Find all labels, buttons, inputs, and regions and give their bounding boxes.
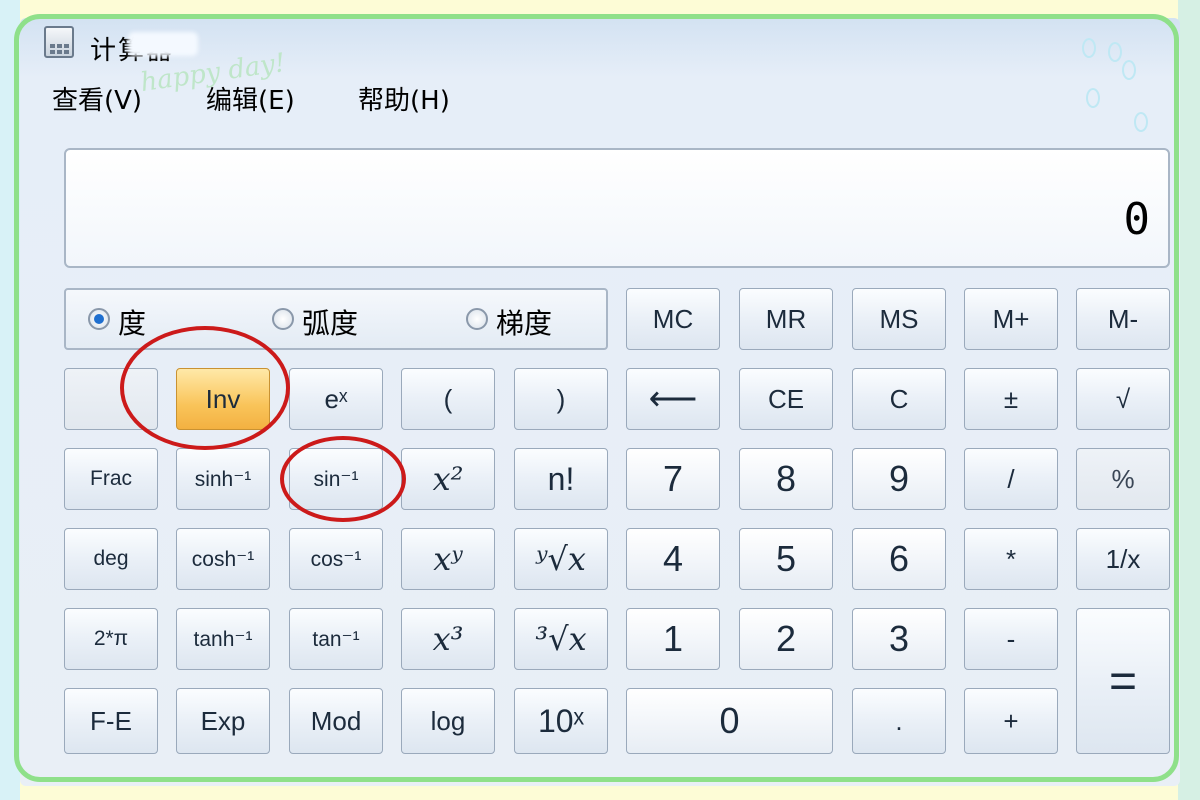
mr-button[interactable]: MR [739,288,833,350]
digit-4-button[interactable]: 4 [626,528,720,590]
mc-button[interactable]: MC [626,288,720,350]
water-drop-icon [1086,88,1100,108]
blank-button[interactable] [64,368,158,430]
water-drop-icon [1134,112,1148,132]
background-left-strip [0,0,20,800]
acos-button[interactable]: cos⁻¹ [289,528,383,590]
menu-help[interactable]: 帮助(H) [358,80,450,117]
decimal-button[interactable]: . [852,688,946,754]
digit-5-button[interactable]: 5 [739,528,833,590]
ten-power-button[interactable]: 10ˣ [514,688,608,754]
atan-button[interactable]: tan⁻¹ [289,608,383,670]
ms-button[interactable]: MS [852,288,946,350]
menu-edit[interactable]: 编辑(E) [206,80,295,117]
open-paren-button[interactable]: ( [401,368,495,430]
radio-radians-label: 弧度 [302,307,359,340]
menu-bar: 查看(V) 编辑(E) 帮助(H) [20,78,1180,118]
digit-2-button[interactable]: 2 [739,608,833,670]
angle-unit-group: 度 弧度 梯度 [64,288,608,350]
display-value: 0 [1123,194,1151,245]
deg-button[interactable]: deg [64,528,158,590]
c-button[interactable]: C [852,368,946,430]
m-plus-button[interactable]: M+ [964,288,1058,350]
calculator-icon [44,26,74,58]
asin-button[interactable]: sin⁻¹ [289,448,383,510]
digit-1-button[interactable]: 1 [626,608,720,670]
digit-3-button[interactable]: 3 [852,608,946,670]
display-panel: 0 [64,148,1170,268]
add-button[interactable]: + [964,688,1058,754]
title-blur-overlay [128,32,198,56]
digit-7-button[interactable]: 7 [626,448,720,510]
radio-selected-icon [88,308,110,330]
atanh-button[interactable]: tanh⁻¹ [176,608,270,670]
m-minus-button[interactable]: M- [1076,288,1170,350]
background-right-strip [1178,0,1200,800]
water-drop-icon [1082,38,1096,58]
cube-button[interactable]: x³ [401,608,495,670]
acosh-button[interactable]: cosh⁻¹ [176,528,270,590]
digit-8-button[interactable]: 8 [739,448,833,510]
equals-button[interactable]: = [1076,608,1170,754]
water-drop-icon [1108,42,1122,62]
water-drop-icon [1122,60,1136,80]
title-bar: 计算器 happy day! [20,18,1180,98]
asinh-button[interactable]: sinh⁻¹ [176,448,270,510]
ce-button[interactable]: CE [739,368,833,430]
digit-0-button[interactable]: 0 [626,688,833,754]
factorial-button[interactable]: n! [514,448,608,510]
frac-button[interactable]: Frac [64,448,158,510]
percent-button[interactable]: % [1076,448,1170,510]
yroot-label: ʸ√x [536,540,586,578]
cube-label: x³ [432,620,464,658]
radio-unselected-icon [466,308,488,330]
multiply-button[interactable]: * [964,528,1058,590]
fe-button[interactable]: F-E [64,688,158,754]
negate-button[interactable]: ± [964,368,1058,430]
cube-root-button[interactable]: ³√x [514,608,608,670]
backspace-button[interactable]: ⟵ [626,368,720,430]
radio-degrees-label: 度 [118,307,147,340]
power-button[interactable]: xʸ [401,528,495,590]
radio-unselected-icon [272,308,294,330]
power-label: xʸ [433,540,463,578]
square-label: x² [432,460,464,498]
divide-button[interactable]: / [964,448,1058,510]
exp-e-button[interactable]: eˣ [289,368,383,430]
square-button[interactable]: x² [401,448,495,510]
exp-button[interactable]: Exp [176,688,270,754]
menu-view[interactable]: 查看(V) [52,80,142,117]
reciprocal-button[interactable]: 1/x [1076,528,1170,590]
log-button[interactable]: log [401,688,495,754]
digit-9-button[interactable]: 9 [852,448,946,510]
radio-grads-label: 梯度 [496,307,553,340]
sqrt-button[interactable]: √ [1076,368,1170,430]
yroot-button[interactable]: ʸ√x [514,528,608,590]
subtract-button[interactable]: - [964,608,1058,670]
close-paren-button[interactable]: ) [514,368,608,430]
mod-button[interactable]: Mod [289,688,383,754]
cube-root-label: ³√x [535,620,587,658]
digit-6-button[interactable]: 6 [852,528,946,590]
two-pi-button[interactable]: 2*π [64,608,158,670]
calculator-window: 计算器 happy day! 查看(V) 编辑(E) 帮助(H) 0 度 弧度 … [20,18,1180,786]
inv-button[interactable]: Inv [176,368,270,430]
